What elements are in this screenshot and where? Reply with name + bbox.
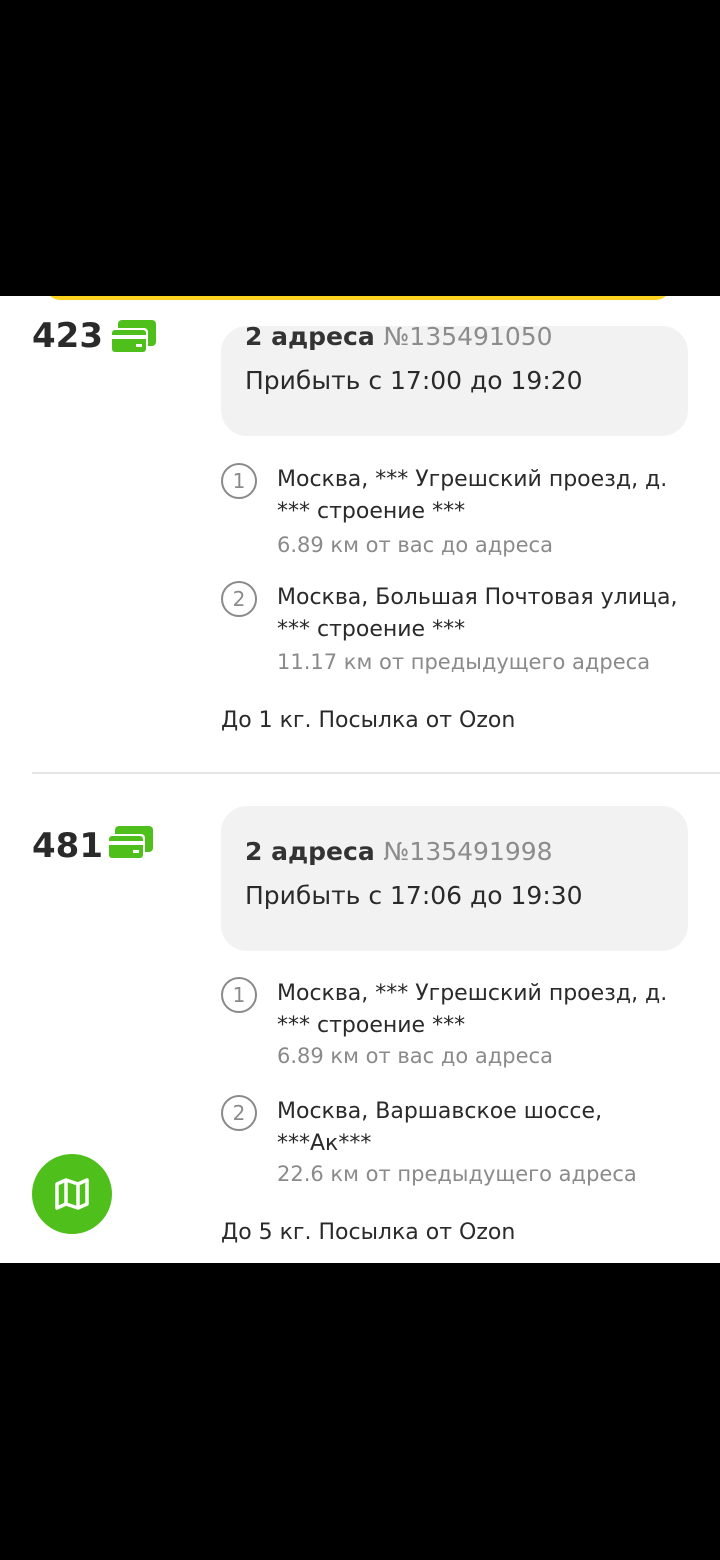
address-count: 2 адреса <box>245 837 375 866</box>
order-title: 2 адреса №135491050 <box>245 322 553 351</box>
order-summary[interactable]: 2 адреса №135491998 Прибыть с 17:06 до 1… <box>221 806 688 951</box>
order-price: 481 <box>32 826 103 866</box>
address-text: Москва, Варшавское шоссе, ***Ак*** <box>277 1099 603 1156</box>
order-number: №135491050 <box>383 322 553 351</box>
address-text: Москва, *** Угрешский проезд, д. *** стр… <box>277 981 668 1038</box>
address-distance: 22.6 км от предыдущего адреса <box>277 1162 637 1186</box>
map-button[interactable] <box>32 1154 112 1234</box>
address-distance: 11.17 км от предыдущего адреса <box>277 650 651 674</box>
order-number: №135491998 <box>383 837 553 866</box>
parcel-info: До 5 кг. Посылка от Ozon <box>221 1220 516 1245</box>
address-count: 2 адреса <box>245 322 375 351</box>
orders-list[interactable]: 423 2 адреса №135491050 Прибыть с 17:00 … <box>0 296 720 1263</box>
address-index: 1 <box>221 977 257 1013</box>
address-index: 1 <box>221 463 257 499</box>
address-distance: 6.89 км от вас до адреса <box>277 533 553 557</box>
address-distance: 6.89 км от вас до адреса <box>277 1044 553 1068</box>
card-icon <box>110 320 156 354</box>
yellow-banner-edge <box>46 296 670 300</box>
map-icon <box>55 1178 89 1210</box>
address-index: 2 <box>221 1095 257 1131</box>
order-price: 423 <box>32 316 103 356</box>
arrival-window: Прибыть с 17:00 до 19:20 <box>245 366 583 395</box>
address-index: 2 <box>221 581 257 617</box>
parcel-info: До 1 кг. Посылка от Ozon <box>221 708 516 733</box>
status-bar-area <box>0 0 720 296</box>
arrival-window: Прибыть с 17:06 до 19:30 <box>245 881 583 910</box>
address-text: Москва, Большая Почтовая улица, *** стро… <box>277 585 678 642</box>
order-title: 2 адреса №135491998 <box>245 837 553 866</box>
order-summary[interactable]: 2 адреса №135491050 Прибыть с 17:00 до 1… <box>221 322 688 436</box>
navigation-bar-area <box>0 1263 720 1560</box>
divider <box>32 772 720 774</box>
address-text: Москва, *** Угрешский проезд, д. *** стр… <box>277 467 668 524</box>
card-icon <box>107 826 153 860</box>
